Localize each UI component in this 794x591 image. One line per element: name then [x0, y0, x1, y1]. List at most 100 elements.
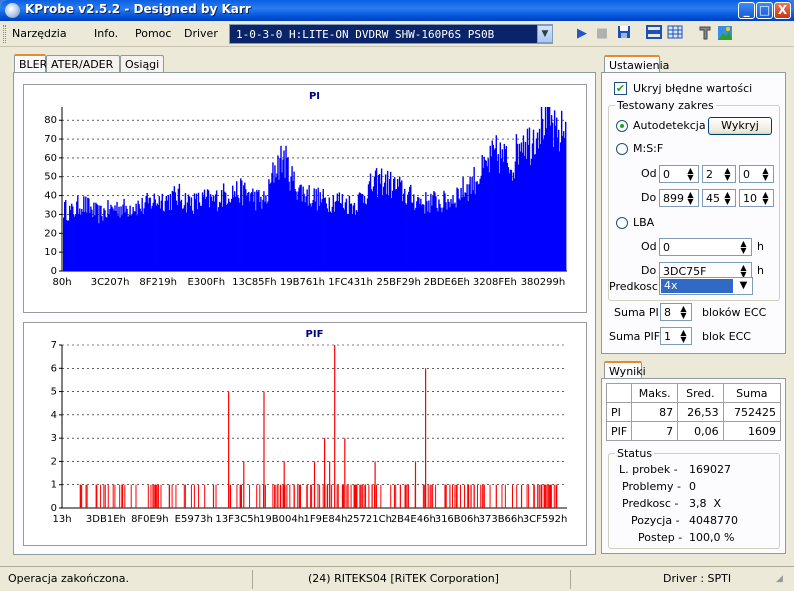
close-button[interactable]: X: [774, 2, 791, 19]
chart-title: PIF: [306, 329, 324, 340]
y-tick-label: 5: [51, 387, 57, 398]
x-tick-label: E5973h: [175, 514, 213, 525]
status-group-label: Status: [615, 447, 655, 460]
chevron-down-icon[interactable]: ▼: [537, 25, 553, 43]
y-tick-label: 2: [51, 456, 57, 467]
grid-icon[interactable]: [666, 25, 684, 43]
minimize-button[interactable]: _: [738, 2, 755, 19]
menu-info[interactable]: Info.: [94, 27, 118, 40]
msf-to-s[interactable]: 45 ▲ ▼: [702, 189, 736, 207]
play-icon[interactable]: ▶: [573, 25, 591, 43]
tab-ater-ader[interactable]: ATER/ADER: [46, 55, 120, 73]
auto-radio[interactable]: [616, 120, 628, 132]
x-tick-label: E300Fh: [188, 277, 226, 288]
x-tick-label: 3CF592h: [523, 514, 568, 525]
settings-panel: ✔ Ukryj błędne wartości Testowany zakres…: [601, 72, 786, 354]
msf-from-s[interactable]: 2 ▲ ▼: [702, 165, 736, 183]
settings-icon[interactable]: [696, 25, 714, 43]
status-divider: [570, 570, 571, 589]
results-table: Maks. Sred. Suma PI 87 26,53 752425 PIF …: [605, 383, 782, 441]
tab-wyniki[interactable]: Wyniki: [604, 361, 646, 379]
range-group: Testowany zakres Autodetekcja Wykryj M:S…: [608, 99, 780, 301]
msf-to-f[interactable]: 10 ▲ ▼: [739, 189, 774, 207]
x-tick-label: 1F9E84h: [304, 514, 348, 525]
x-tick-label: 19B004h: [259, 514, 304, 525]
menu-narzedzia[interactable]: Narzędzia: [12, 27, 67, 40]
y-tick-label: 80: [44, 115, 57, 126]
app-icon: [5, 3, 20, 18]
x-tick-label: 13C85Fh: [232, 277, 277, 288]
layout-icon[interactable]: [645, 25, 663, 43]
lba-from-input[interactable]: 0 ▲ ▼: [659, 238, 752, 256]
status-bar: Operacja zakończona. (24) RITEKS04 [RiTE…: [0, 566, 794, 591]
results-header-avg: Sred.: [677, 383, 724, 403]
range-group-label: Testowany zakres: [615, 99, 716, 112]
status-progress-value: 100,0 %: [689, 531, 735, 544]
msf-radio[interactable]: [616, 143, 628, 155]
lba-to-label: Do: [641, 264, 657, 277]
hide-errors-label: Ukryj błędne wartości: [633, 82, 753, 95]
msf-from-f[interactable]: 0 ▲ ▼: [739, 165, 774, 183]
status-samples-label: L. probek -: [619, 463, 678, 476]
x-tick-label: 1FC431h: [328, 277, 373, 288]
hide-errors-checkbox[interactable]: ✔: [614, 82, 627, 95]
bler-panel: PI 0 10 20 30 40 50 60 70 80 80h 3C207h 8F219h E300Fh…: [13, 72, 596, 555]
picture-icon[interactable]: [716, 25, 734, 43]
results-header-sum: Suma: [722, 383, 782, 403]
lba-to-unit: h: [757, 264, 764, 277]
x-tick-label: 13F3C5h: [215, 514, 260, 525]
title-bar[interactable]: KProbe v2.5.2 - Designed by Karr _ □ X: [0, 0, 794, 21]
msf-to-label: Do: [641, 191, 657, 204]
save-icon[interactable]: [615, 25, 633, 43]
speed-select[interactable]: 4x ▼: [659, 277, 753, 295]
y-tick-label: 0: [51, 266, 57, 277]
window-title: KProbe v2.5.2 - Designed by Karr: [25, 2, 251, 16]
status-position-value: 4048770: [689, 514, 738, 527]
x-tick-label: 2B4E46h: [391, 514, 436, 525]
results-header-max: Maks.: [631, 383, 679, 403]
resize-grip-icon[interactable]: ◢: [776, 574, 783, 584]
y-tick-label: 70: [44, 134, 57, 145]
status-speed-label: Predkosc -: [622, 497, 679, 510]
auto-label: Autodetekcja: [633, 119, 706, 132]
status-disc: (24) RITEKS04 [RiTEK Corporation]: [308, 572, 499, 585]
y-tick-label: 20: [44, 228, 57, 239]
x-tick-label: 25721Ch: [347, 514, 392, 525]
status-problems-label: Problemy -: [622, 480, 681, 493]
tab-osiagi[interactable]: Osiągi: [120, 55, 164, 73]
app-window: KProbe v2.5.2 - Designed by Karr _ □ X N…: [0, 0, 794, 591]
results-row-pi: PI 87 26,53 752425: [605, 402, 782, 422]
drive-selector[interactable]: 1-0-3-0 H:LITE-ON DVDRW SHW-160P6S PS0B: [229, 24, 553, 44]
status-speed-value: 3,8 X: [689, 497, 722, 510]
maximize-button[interactable]: □: [756, 2, 773, 19]
status-problems-value: 0: [689, 480, 696, 493]
x-tick-label: 316B06h: [435, 514, 480, 525]
menu-pomoc[interactable]: Pomoc: [135, 27, 171, 40]
sum-pi-unit: bloków ECC: [702, 306, 767, 319]
chevron-down-icon[interactable]: ▼: [736, 279, 751, 293]
y-tick-label: 40: [44, 191, 57, 202]
x-tick-label: 80h: [52, 277, 71, 288]
lba-label: LBA: [633, 216, 655, 229]
tab-bler[interactable]: BLER: [14, 54, 47, 74]
y-tick-label: 50: [44, 172, 57, 183]
y-tick-label: 10: [44, 247, 57, 258]
results-header-empty: [605, 383, 633, 403]
lba-radio[interactable]: [616, 217, 628, 229]
chart-title: PI: [309, 91, 320, 102]
toolbar-grip[interactable]: [3, 25, 6, 43]
sum-pif-input[interactable]: 1 ▲ ▼: [660, 327, 692, 345]
x-tick-label: 373B66h: [479, 514, 524, 525]
msf-from-m[interactable]: 0 ▲ ▼: [659, 165, 699, 183]
x-tick-label: 13h: [52, 514, 71, 525]
sum-pif-unit: blok ECC: [702, 330, 751, 343]
sum-pi-input[interactable]: 8 ▲ ▼: [660, 303, 692, 321]
msf-to-m[interactable]: 899 ▲ ▼: [659, 189, 699, 207]
stop-icon[interactable]: ■: [593, 25, 611, 43]
detect-button[interactable]: Wykryj: [708, 117, 772, 135]
y-tick-label: 60: [44, 153, 57, 164]
tab-ustawienia[interactable]: Ustawienia: [604, 55, 669, 73]
results-row-pif: PIF 7 0,06 1609: [605, 421, 782, 441]
menu-driver[interactable]: Driver: [184, 27, 218, 40]
speed-label: Predkosc: [609, 280, 658, 293]
